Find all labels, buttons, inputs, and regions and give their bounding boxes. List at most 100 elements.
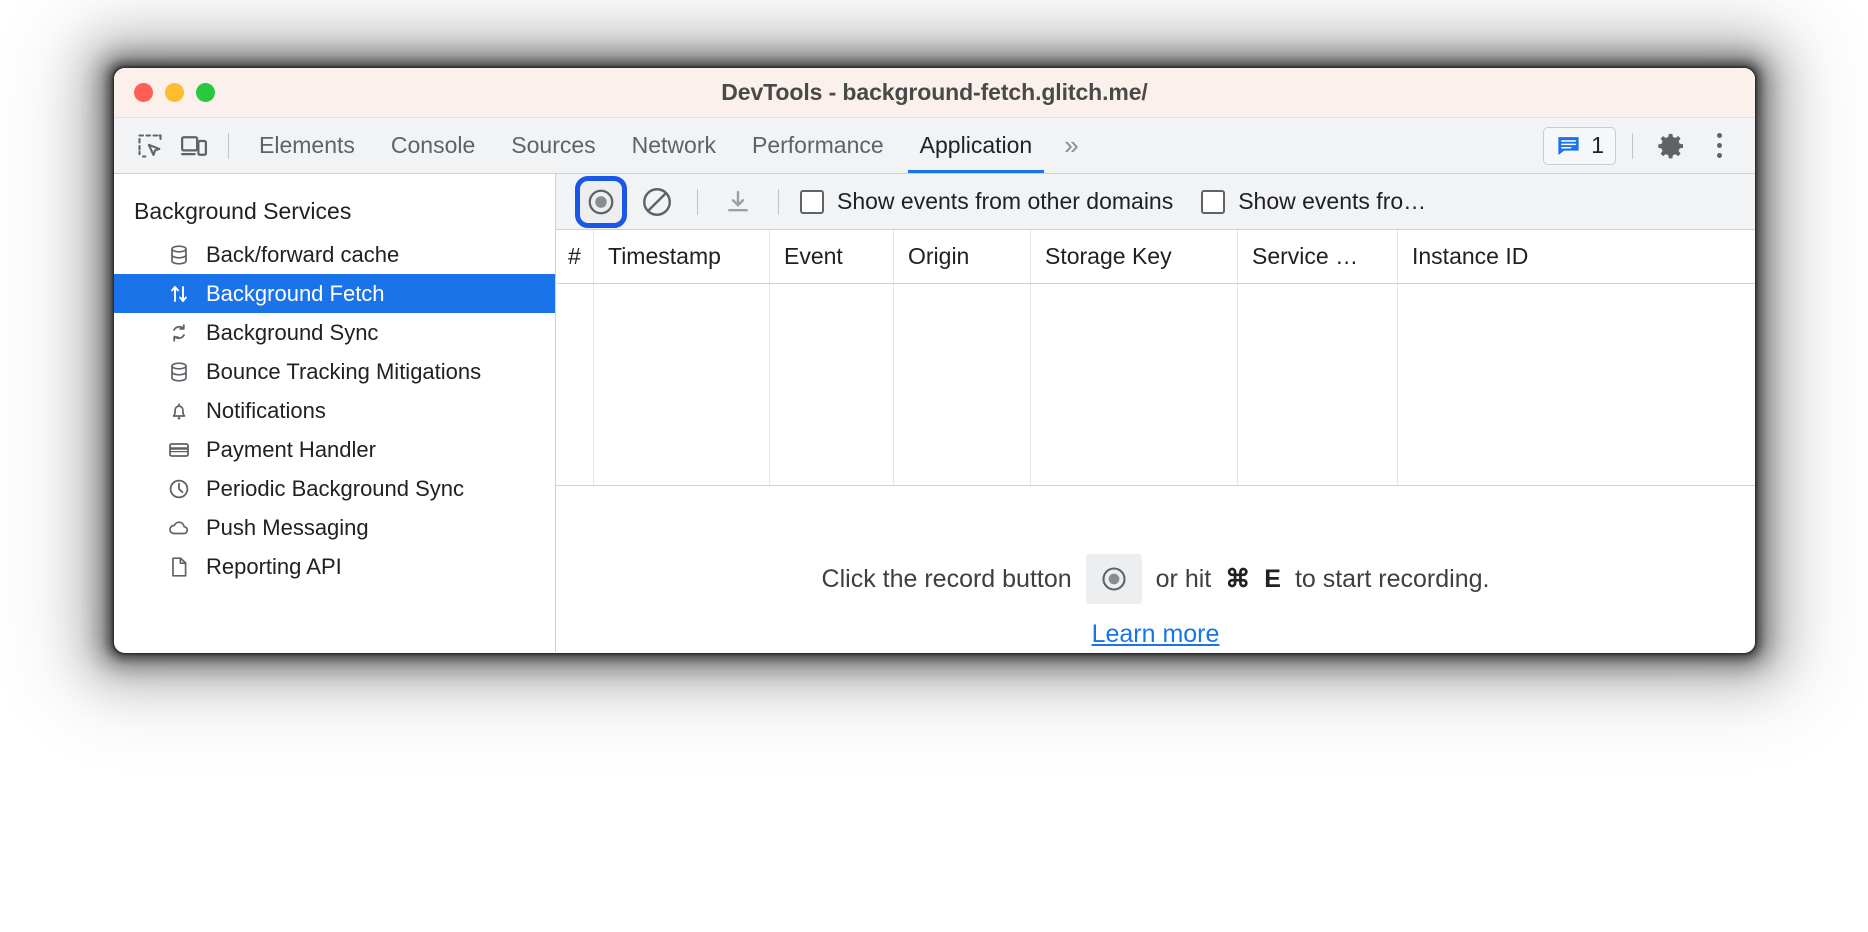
record-circle-icon	[588, 189, 614, 214]
clear-no-entry-icon	[643, 187, 671, 216]
column-header-instance-id[interactable]: Instance ID	[1398, 230, 1755, 283]
sidebar-item-reporting-api[interactable]: Reporting API	[114, 547, 555, 586]
arrows-up-down-icon	[166, 281, 192, 307]
right-actions-divider	[1632, 132, 1633, 159]
inspect-element-button[interactable]	[128, 124, 172, 168]
column-header-origin[interactable]: Origin	[894, 230, 1031, 283]
sidebar-item-label: Payment Handler	[206, 436, 376, 462]
sidebar-item-label: Back/forward cache	[206, 241, 400, 267]
show-events-other-domains-checkbox[interactable]	[800, 189, 824, 214]
devtools-main-menu-button[interactable]	[1697, 124, 1741, 168]
devtools-window: DevTools - background-fetch.glitch.me/ E…	[114, 68, 1755, 653]
close-window-button[interactable]	[134, 83, 153, 102]
sidebar-item-background-fetch[interactable]: Background Fetch	[114, 274, 555, 313]
document-icon	[166, 554, 192, 580]
tab-label: Performance	[752, 132, 884, 158]
inspect-element-icon	[138, 133, 162, 158]
more-tabs-button[interactable]: »	[1050, 130, 1089, 161]
settings-button[interactable]	[1649, 124, 1693, 168]
issues-button[interactable]: 1	[1543, 126, 1616, 165]
sidebar-item-bounce-tracking-mitigations[interactable]: Bounce Tracking Mitigations	[114, 352, 555, 391]
column-header-timestamp[interactable]: Timestamp	[594, 230, 770, 283]
export-button[interactable]	[713, 177, 763, 227]
devtools-body: Background Services Back/forward cache B…	[114, 174, 1755, 652]
empty-state: Click the record button or hit ⌘ E to st…	[556, 486, 1755, 652]
tab-performance[interactable]: Performance	[734, 118, 902, 173]
tab-sources[interactable]: Sources	[493, 118, 613, 173]
show-events-other-checkbox[interactable]	[1201, 189, 1226, 214]
tab-network[interactable]: Network	[614, 118, 734, 173]
sidebar-item-payment-handler[interactable]: Payment Handler	[114, 430, 555, 469]
column-header-event[interactable]: Event	[770, 230, 894, 283]
checkbox-label: Show events from other domains	[837, 188, 1174, 214]
tab-label: Sources	[511, 132, 596, 158]
column-header-storage-key[interactable]: Storage Key	[1031, 230, 1238, 283]
download-save-icon	[728, 190, 748, 211]
inline-record-button[interactable]	[1085, 554, 1142, 604]
table-column-storage-key	[1031, 284, 1238, 485]
table-column-event	[770, 284, 894, 485]
database-icon	[166, 242, 192, 268]
sidebar-item-label: Notifications	[206, 397, 326, 423]
learn-more-link[interactable]: Learn more	[1092, 620, 1220, 649]
tab-label: Network	[631, 132, 716, 158]
window-titlebar: DevTools - background-fetch.glitch.me/	[114, 68, 1755, 118]
sidebar-item-push-messaging[interactable]: Push Messaging	[114, 508, 555, 547]
column-header-service-worker[interactable]: Service …	[1238, 230, 1398, 283]
panel-toolbar: Show events from other domains Show even…	[556, 174, 1755, 230]
record-circle-icon	[1102, 567, 1126, 591]
screenshot-root: DevTools - background-fetch.glitch.me/ E…	[0, 0, 1868, 932]
tab-application[interactable]: Application	[902, 118, 1051, 173]
show-events-other-checkbox-row[interactable]: Show events fro…	[1201, 188, 1426, 215]
empty-state-text-after: or hit	[1155, 564, 1212, 593]
devtools-tabbar: Elements Console Sources Network Perform…	[114, 118, 1755, 174]
sidebar-item-label: Reporting API	[206, 553, 342, 579]
sidebar-item-label: Bounce Tracking Mitigations	[206, 358, 482, 384]
issues-count: 1	[1591, 132, 1604, 158]
window-traffic-lights	[134, 83, 215, 102]
clear-button[interactable]	[632, 177, 682, 227]
checkbox-label: Show events fro…	[1238, 188, 1427, 214]
tab-label: Application	[919, 132, 1033, 158]
empty-state-text-tail: to start recording.	[1294, 564, 1490, 593]
tabbar-right-actions: 1	[1543, 118, 1741, 173]
maximize-window-button[interactable]	[196, 83, 215, 102]
table-column-origin	[894, 284, 1031, 485]
kebab-menu-icon	[1716, 133, 1722, 158]
sidebar-item-periodic-background-sync[interactable]: Periodic Background Sync	[114, 469, 555, 508]
sidebar-item-label: Background Sync	[206, 319, 379, 345]
toolbar-divider-1	[697, 188, 698, 215]
window-title: DevTools - background-fetch.glitch.me/	[721, 79, 1148, 105]
sidebar-item-back-forward-cache[interactable]: Back/forward cache	[114, 235, 555, 274]
sync-refresh-icon	[166, 320, 192, 346]
toggle-device-toolbar-button[interactable]	[172, 124, 216, 168]
show-events-other-domains-checkbox-row[interactable]: Show events from other domains	[800, 188, 1173, 215]
empty-state-text-before: Click the record button	[821, 564, 1072, 593]
device-toolbar-icon	[181, 135, 207, 156]
application-sidebar: Background Services Back/forward cache B…	[114, 174, 556, 652]
table-column-index	[556, 284, 594, 485]
tab-console[interactable]: Console	[373, 118, 493, 173]
tab-label: Console	[390, 132, 476, 158]
sidebar-item-label: Background Fetch	[206, 280, 385, 306]
bell-icon	[166, 398, 192, 424]
table-column-service-worker	[1238, 284, 1398, 485]
shortcut-key: E	[1264, 564, 1281, 593]
table-column-timestamp	[594, 284, 770, 485]
tab-label: Elements	[259, 132, 355, 158]
gear-icon	[1658, 133, 1683, 158]
record-button-wrapper	[574, 175, 628, 229]
events-table-body	[556, 284, 1755, 486]
minimize-window-button[interactable]	[165, 83, 184, 102]
database-icon	[166, 359, 192, 385]
clock-icon	[166, 476, 192, 502]
issues-message-icon	[1558, 137, 1579, 156]
record-button[interactable]	[579, 179, 623, 224]
credit-card-icon	[166, 437, 192, 463]
tab-elements[interactable]: Elements	[241, 118, 373, 173]
empty-state-message: Click the record button or hit ⌘ E to st…	[821, 554, 1490, 604]
sidebar-item-background-sync[interactable]: Background Sync	[114, 313, 555, 352]
sidebar-item-notifications[interactable]: Notifications	[114, 391, 555, 430]
column-header-index[interactable]: #	[556, 230, 594, 283]
sidebar-section-title: Background Services	[134, 198, 352, 224]
